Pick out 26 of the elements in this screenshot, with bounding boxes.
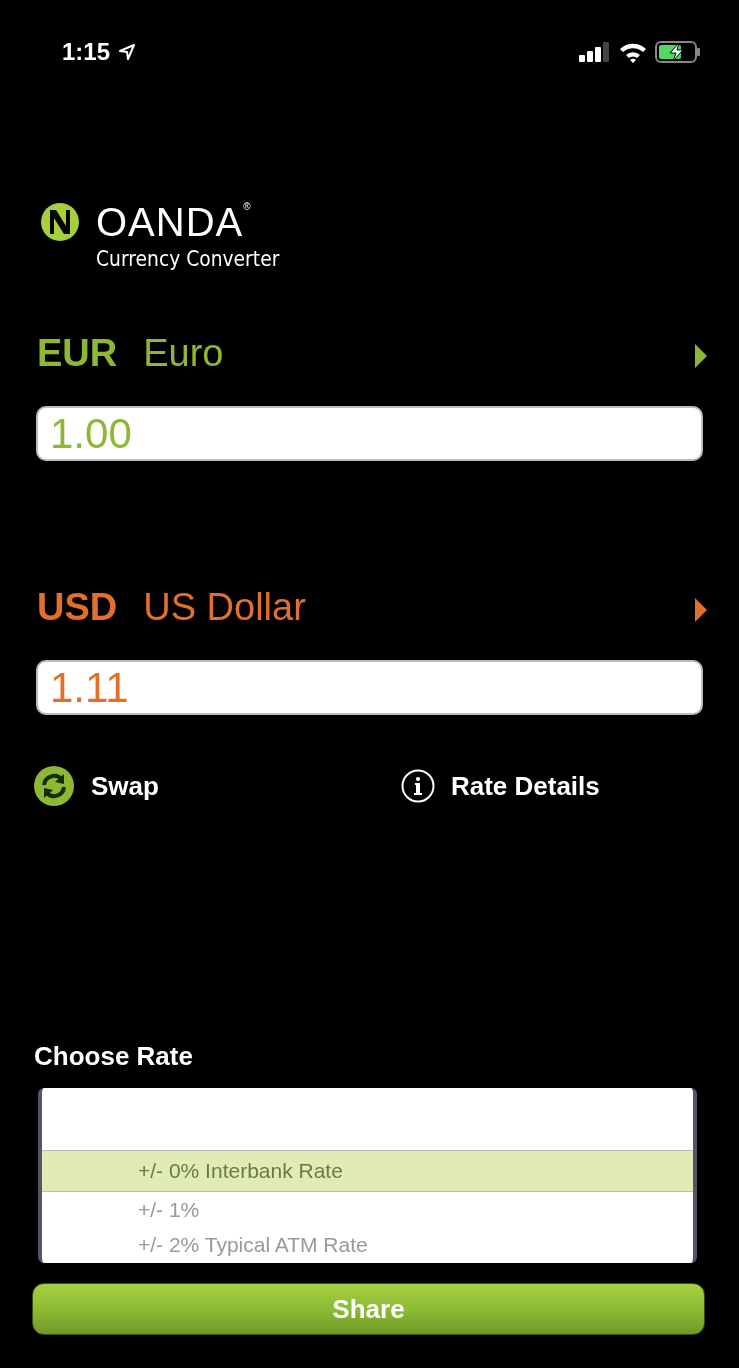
chevron-right-icon[interactable] — [695, 343, 707, 368]
app-subtitle: Currency Converter — [96, 245, 280, 273]
swap-button[interactable]: Swap — [33, 765, 159, 807]
battery-charging-icon — [655, 41, 701, 63]
signal-icon — [579, 42, 611, 62]
amount-field[interactable]: 1.11 — [36, 660, 703, 715]
currency-code: EUR — [37, 331, 118, 376]
wifi-icon — [619, 41, 647, 63]
picker-option[interactable]: +/- 0% Interbank Rate — [42, 1150, 693, 1192]
info-icon — [400, 769, 435, 803]
location-arrow-icon — [118, 43, 137, 61]
status-time: 1:15 — [62, 37, 111, 67]
amount-field[interactable]: 1.00 — [36, 406, 703, 461]
currency-name: Euro — [143, 331, 224, 376]
rate-details-button[interactable]: Rate Details — [400, 765, 600, 807]
rate-picker[interactable]: +/- 0% Interbank Rate +/- 1% +/- 2% Typical ATM Rate — [38, 1088, 697, 1263]
brand-wordmark: OANDA® — [96, 202, 252, 242]
swap-icon — [33, 765, 75, 807]
currency-name: US Dollar — [143, 585, 306, 630]
share-button[interactable]: Share — [32, 1283, 705, 1335]
chevron-right-icon[interactable] — [695, 597, 707, 622]
picker-option[interactable]: +/- 1% — [42, 1192, 693, 1227]
currency-code: USD — [37, 585, 118, 630]
logo-icon — [40, 202, 80, 242]
picker-option[interactable]: +/- 2% Typical ATM Rate — [42, 1227, 693, 1262]
section-title: Choose Rate — [34, 1040, 194, 1073]
